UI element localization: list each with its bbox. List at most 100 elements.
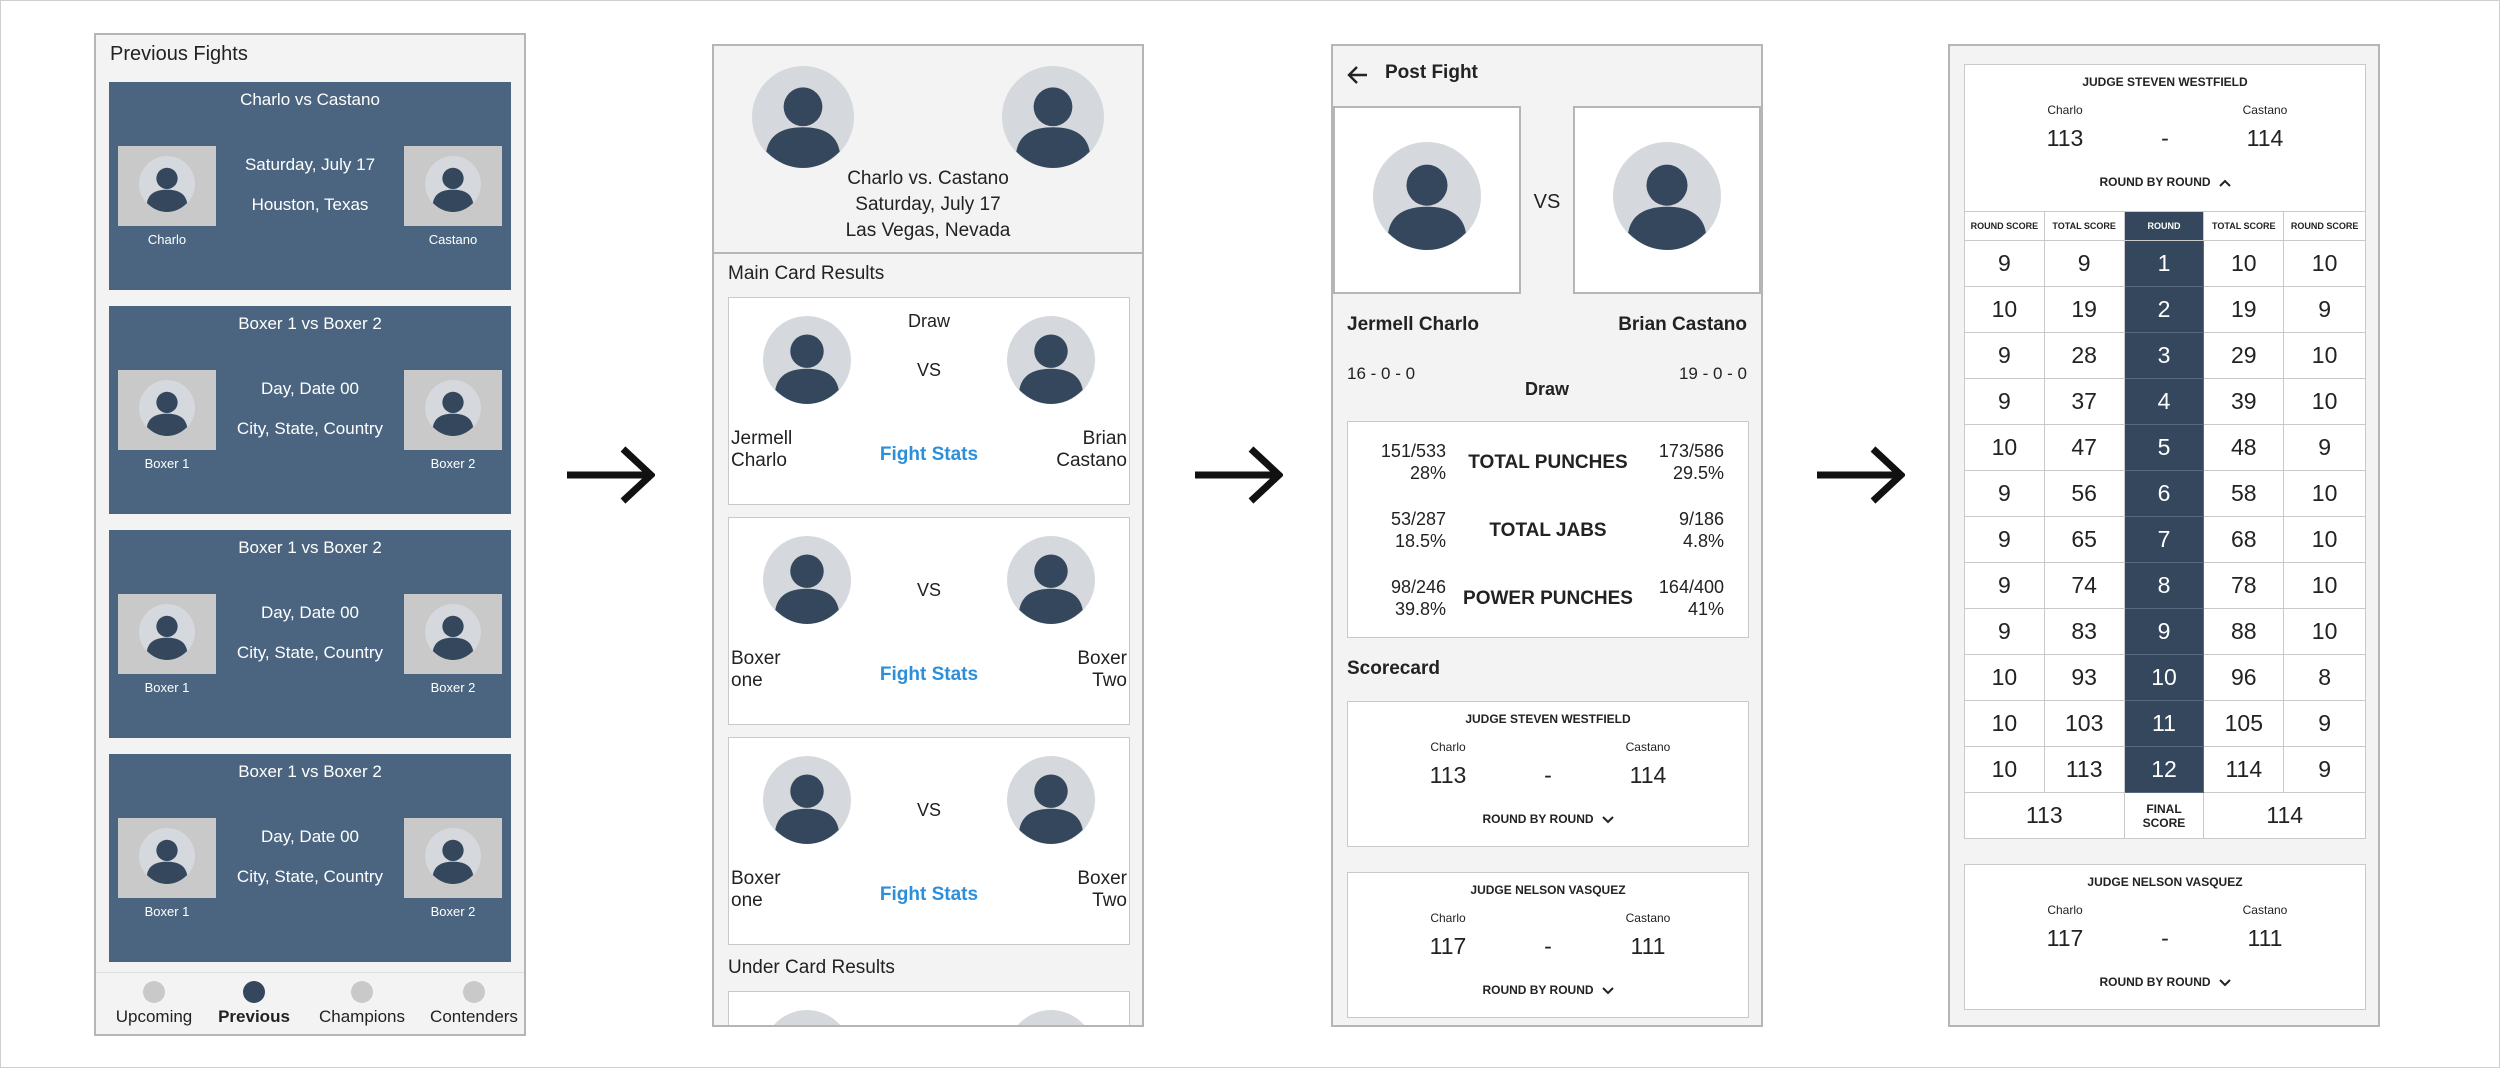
fighter-name-right: Boxer 2 xyxy=(430,904,476,919)
fight-card[interactable]: Boxer 1 vs Boxer 2 Boxer 1 Boxer 2 Day, Dat… xyxy=(109,754,511,962)
round-by-round-toggle[interactable]: ROUND BY ROUND xyxy=(1965,975,2365,989)
vs-label: VS xyxy=(916,800,941,820)
fight-location: Houston, Texas xyxy=(251,195,369,214)
event-header: Charlo vs. Castano Saturday, July 17 Las… xyxy=(714,46,1142,254)
upcoming-icon xyxy=(143,981,165,1003)
score-cell: 9 xyxy=(1964,516,2045,563)
round-number: 10 xyxy=(2123,654,2205,701)
round-number: 9 xyxy=(2123,608,2205,655)
fight-stats-link[interactable]: Fight Stats xyxy=(729,884,1129,906)
vs-label: VS xyxy=(916,580,941,600)
fight-date: Day, Date 00 xyxy=(261,603,359,622)
fight-card[interactable]: Boxer 1 vs Boxer 2 Boxer 1 Boxer 2 Day, Dat… xyxy=(109,306,511,514)
fight-result-card[interactable]: VS Boxer one Boxer Two Fight Stats xyxy=(728,517,1130,725)
round-number: 4 xyxy=(2123,378,2205,425)
table-row: 10 113 12 114 9 xyxy=(1964,746,2366,793)
nav-contenders[interactable]: Contenders xyxy=(420,981,524,1027)
score-cell: 10 xyxy=(2283,516,2366,563)
score-cell: 47 xyxy=(2043,424,2125,471)
fight-result-card[interactable]: Draw VS Jermell Charlo Brian Castano Fight S… xyxy=(728,297,1130,505)
score-cell: 10 xyxy=(1964,746,2045,793)
event-date: Saturday, July 17 xyxy=(855,194,1001,215)
under-card-label: Under Card Results xyxy=(728,957,895,978)
fight-location: City, State, Country xyxy=(236,867,384,886)
fight-card[interactable]: Boxer 1 vs Boxer 2 Boxer 1 Boxer 2 Day, Dat… xyxy=(109,530,511,738)
fighter-name-left: Boxer 1 xyxy=(144,456,190,471)
vs-label: VS xyxy=(1533,191,1561,213)
score-cell: 113 xyxy=(2043,746,2125,793)
fighter-name-left: Jermell Charlo xyxy=(1347,314,1479,335)
scorecard-label: Scorecard xyxy=(1347,658,1440,679)
stat-right-value: 164/400 41% xyxy=(1658,577,1724,619)
chevron-down-icon xyxy=(1601,816,1614,824)
score-cell: 9 xyxy=(1964,470,2045,517)
avatar-icon xyxy=(1007,1010,1095,1025)
score-cell: 9 xyxy=(1964,240,2045,287)
score-cell: 10 xyxy=(2283,378,2366,425)
event-title: Charlo vs. Castano xyxy=(847,168,1009,189)
page-title: Post Fight xyxy=(1385,62,1478,83)
score-cell: 10 xyxy=(1964,654,2045,701)
nav-champions[interactable]: Champions xyxy=(308,981,416,1027)
fight-result-card[interactable]: VS Boxer one Boxer Two Fight Stats xyxy=(728,737,1130,945)
score-cell: 9 xyxy=(2283,700,2366,747)
post-fight-screen: Post Fight VS Jermell Charlo Brian Casta… xyxy=(1331,44,1763,1027)
table-row: 9 74 8 78 10 xyxy=(1964,562,2366,609)
fight-stats-box: 151/533 28% TOTAL PUNCHES 173/586 29.5% … xyxy=(1347,421,1749,638)
score-cell: 9 xyxy=(1964,378,2045,425)
arrow-right-icon xyxy=(1817,446,1905,504)
final-score-right: 114 xyxy=(2203,792,2366,839)
table-row: 9 9 1 10 10 xyxy=(1964,240,2366,287)
stat-row: 151/533 28% TOTAL PUNCHES 173/586 29.5% xyxy=(1348,440,1748,500)
chevron-up-icon xyxy=(2218,179,2231,187)
fight-stats-link[interactable]: Fight Stats xyxy=(729,444,1129,466)
nav-upcoming[interactable]: Upcoming xyxy=(100,981,208,1027)
score-cell: 39 xyxy=(2203,378,2285,425)
arrow-right-icon xyxy=(1195,446,1283,504)
fighter-name-right: Castano xyxy=(428,232,478,247)
fight-card[interactable]: Charlo vs Castano Charlo Castano Saturday, … xyxy=(109,82,511,290)
score-cell: 56 xyxy=(2043,470,2125,517)
score-right: 111 xyxy=(1630,933,1666,959)
table-row: 9 56 6 58 10 xyxy=(1964,470,2366,517)
avatar-icon xyxy=(752,66,854,168)
fighter-name-right: Brian Castano xyxy=(1618,314,1747,335)
fight-results-screen: Charlo vs. Castano Saturday, July 17 Las… xyxy=(712,44,1144,1027)
score-cell: 10 xyxy=(2283,608,2366,655)
round-number: 6 xyxy=(2123,470,2205,517)
score-cell: 10 xyxy=(1964,424,2045,471)
stat-row: 98/246 39.8% POWER PUNCHES 164/400 41% xyxy=(1348,576,1748,636)
round-by-round-toggle[interactable]: ROUND BY ROUND xyxy=(1965,175,2365,189)
score-cell: 93 xyxy=(2043,654,2125,701)
back-arrow-icon[interactable] xyxy=(1347,64,1369,86)
round-by-round-toggle[interactable]: ROUND BY ROUND xyxy=(1348,983,1748,997)
fighter-name-left: Boxer 1 xyxy=(144,904,190,919)
score-right: 114 xyxy=(2246,125,2284,151)
fighter-right-label: Castano xyxy=(1625,740,1671,754)
score-cell: 10 xyxy=(1964,286,2045,333)
round-number: 3 xyxy=(2123,332,2205,379)
avatar-icon xyxy=(1002,66,1104,168)
nav-previous[interactable]: Previous xyxy=(200,981,308,1027)
judge-card: JUDGE NELSON VASQUEZ Charlo Castano 117 … xyxy=(1347,872,1749,1018)
table-row: 10 103 11 105 9 xyxy=(1964,700,2366,747)
table-row: 9 83 9 88 10 xyxy=(1964,608,2366,655)
stat-right-value: 9/186 4.8% xyxy=(1678,509,1724,551)
score-cell: 48 xyxy=(2203,424,2285,471)
score-cell: 10 xyxy=(2283,470,2366,517)
fight-card-title: Charlo vs Castano xyxy=(240,90,380,109)
score-right: 111 xyxy=(2247,925,2283,951)
judge-name: JUDGE STEVEN WESTFIELD xyxy=(2082,75,2248,89)
score-cell: 28 xyxy=(2043,332,2125,379)
final-score-label: FINAL SCORE xyxy=(2123,792,2205,839)
column-header: ROUND xyxy=(2123,211,2205,241)
fight-card-title: Boxer 1 vs Boxer 2 xyxy=(238,762,382,781)
table-row: 9 28 3 29 10 xyxy=(1964,332,2366,379)
score-cell: 105 xyxy=(2203,700,2285,747)
fight-stats-link[interactable]: Fight Stats xyxy=(729,664,1129,686)
fighter-left-label: Charlo xyxy=(2047,903,2083,917)
under-card-result[interactable] xyxy=(728,991,1130,1025)
round-by-round-screen: JUDGE STEVEN WESTFIELD Charlo Castano 11… xyxy=(1948,44,2380,1027)
round-by-round-toggle[interactable]: ROUND BY ROUND xyxy=(1348,812,1748,826)
previous-icon xyxy=(243,981,265,1003)
